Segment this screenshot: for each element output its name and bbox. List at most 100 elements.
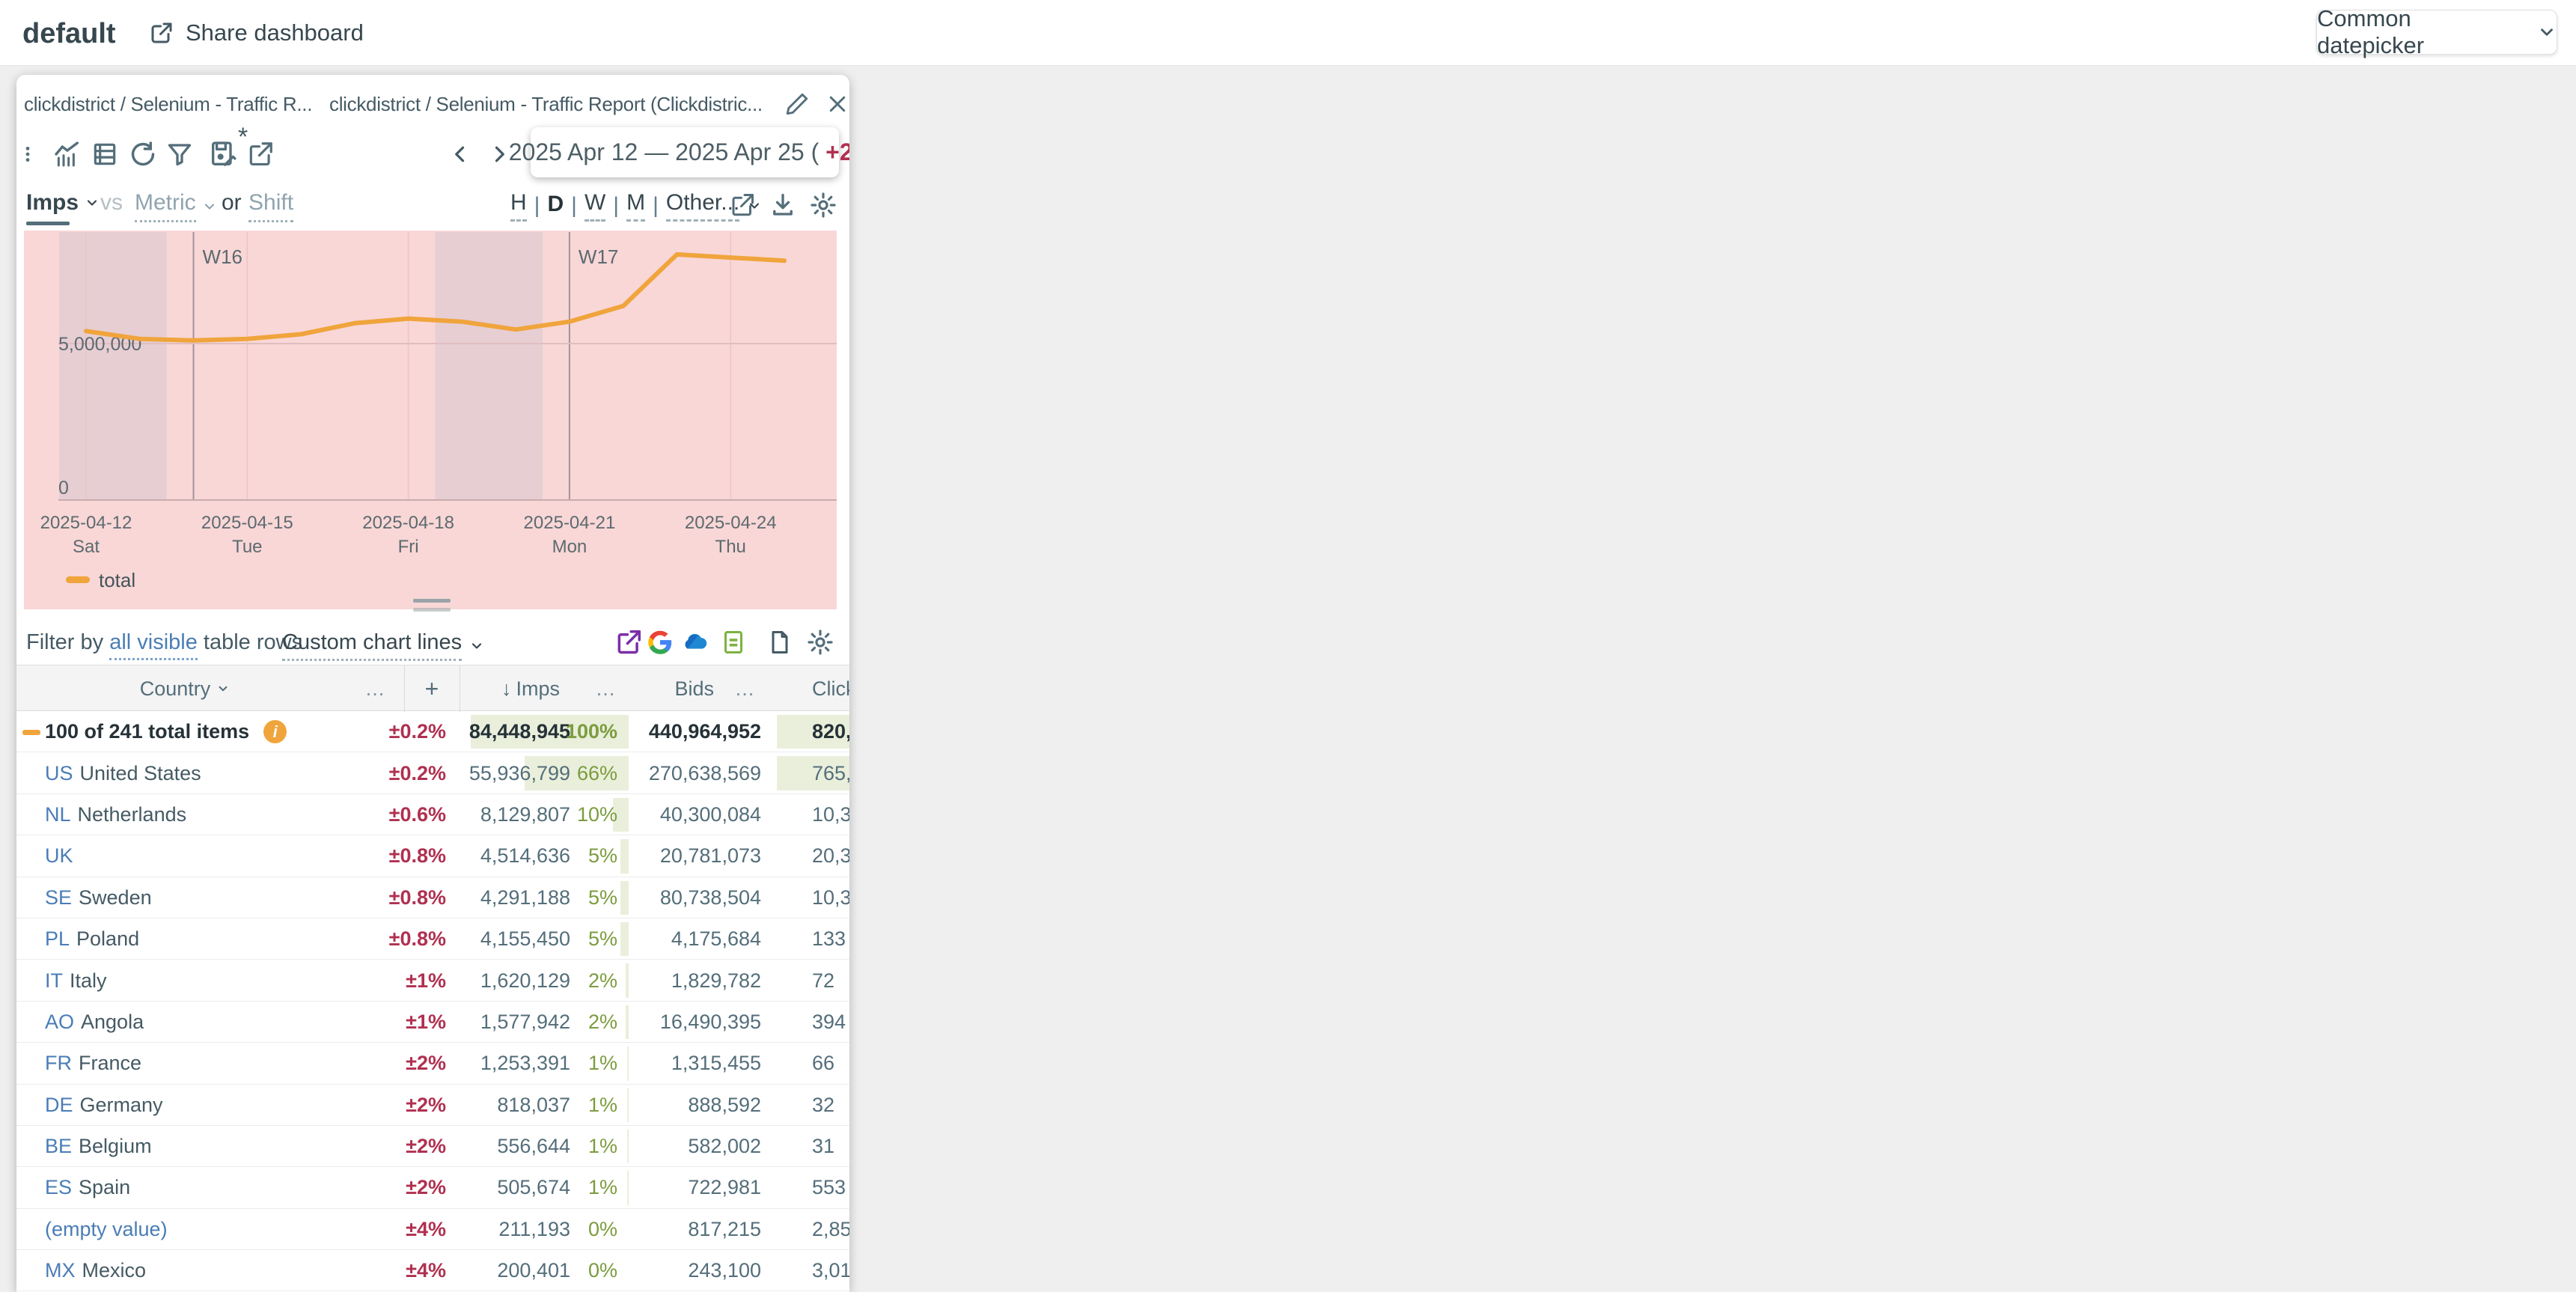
export-open-icon[interactable] [612,626,645,659]
chart-view-icon[interactable] [51,138,84,171]
svg-text:W16: W16 [203,246,242,268]
common-datepicker-button[interactable]: Common datepicker [2316,10,2557,55]
sheets-export-icon[interactable] [717,626,750,659]
common-datepicker-label: Common datepicker [2317,5,2522,59]
tab-traffic-report-1[interactable]: clickdistrict / Selenium - Traffic R... [24,93,329,116]
country-code: IT [45,969,63,993]
chart-settings-gear-icon[interactable] [807,189,840,222]
clicks-cell: 394 [812,1002,849,1043]
table-row[interactable]: MXMexico±4%200,4010%243,1003,013 [16,1250,849,1291]
table-body: 100 of 241 total itemsi±0.2%84,448,94510… [16,711,849,1291]
imps-cell: 200,401 [451,1250,570,1291]
bids-column-menu[interactable]: … [732,665,759,712]
primary-metric-dropdown[interactable]: Imps [26,190,100,216]
clicks-cell: 133 [812,918,849,960]
open-in-new-icon[interactable] [244,138,277,171]
column-header-country[interactable]: Country [129,665,241,712]
date-range-button[interactable]: 2025 Apr 12 — 2025 Apr 25 ( +2) [531,127,839,177]
chevron-down-icon [2537,22,2557,42]
refresh-icon[interactable] [126,138,159,171]
column-header-bids[interactable]: Bids [636,665,714,712]
table-row[interactable]: AOAngola±1%1,577,9422%16,490,395394 [16,1002,849,1043]
country-code: MX [45,1259,76,1282]
svg-text:Sat: Sat [73,537,100,557]
traffic-chart[interactable]: W16W1705,000,0002025-04-12Sat2025-04-15T… [24,231,837,609]
table-row[interactable]: UK±0.8%4,514,6365%20,781,07320,316 [16,835,849,877]
imps-cell: 84,448,945 [451,711,570,752]
imps-pct-cell: 5% [574,877,617,918]
granularity-option-w[interactable]: W [585,190,605,222]
column-header-clicks[interactable]: Clicks [812,665,849,712]
top-bar: default Share dashboard Common datepicke… [0,0,2576,66]
download-icon[interactable] [766,189,799,222]
granularity-selector[interactable]: H|D|W|M|Other... [510,190,762,222]
granularity-option-h[interactable]: H [510,190,527,222]
save-report-icon[interactable] [207,138,239,171]
imps-pct-cell: 5% [574,835,617,877]
country-code: SE [45,886,72,909]
table-row[interactable]: PLPoland±0.8%4,155,4505%4,175,684133 [16,918,849,960]
imps-cell: 1,577,942 [451,1002,570,1043]
date-range-extra-days: +2 [825,138,849,166]
widget-tab-bar: clickdistrict / Selenium - Traffic R... … [24,87,849,121]
table-view-icon[interactable] [88,138,121,171]
table-row[interactable]: NLNetherlands±0.6%8,129,80710%40,300,084… [16,794,849,835]
imps-pct-cell: 1% [574,1043,617,1084]
chart-resize-handle[interactable] [413,599,451,603]
country-code: AO [45,1011,74,1034]
imps-pct-cell: 1% [574,1167,617,1208]
tab-traffic-report-2[interactable]: clickdistrict / Selenium - Traffic Repor… [329,93,778,116]
edit-title-icon[interactable] [784,91,810,117]
table-row[interactable]: SESweden±0.8%4,291,1885%80,738,50410,354 [16,877,849,918]
add-column-button[interactable]: + [404,665,460,712]
imps-cell: 556,644 [451,1126,570,1167]
table-row[interactable]: (empty value)±4%211,1930%817,2152,853 [16,1209,849,1250]
column-header-imps[interactable]: ↓ Imps [466,665,560,712]
table-row[interactable]: DEGermany±2%818,0371%888,59232 [16,1085,849,1126]
plus-minus-cell: ±1% [346,1002,446,1043]
country-name: Germany [80,1094,163,1117]
kebab-menu-icon[interactable] [18,138,37,171]
vs-label: vs [100,190,123,216]
table-row[interactable]: ESSpain±2%505,6741%722,981553 [16,1167,849,1208]
date-range-text: 2025 Apr 12 — 2025 Apr 25 ( [509,138,825,166]
svg-text:Fri: Fri [398,537,419,557]
share-dashboard-button[interactable]: Share dashboard [148,16,364,49]
plus-minus-cell: ±1% [346,960,446,1001]
custom-chart-lines-dropdown[interactable]: Custom chart lines [282,630,484,661]
info-icon[interactable]: i [263,720,287,743]
bids-cell: 1,315,455 [638,1043,761,1084]
country-name: (empty value) [45,1218,168,1241]
clicks-cell: 765,349 [812,752,849,793]
bids-cell: 440,964,952 [638,711,761,752]
imps-column-menu[interactable]: … [593,665,620,712]
country-cell: NLNetherlands [45,794,186,835]
chart-resize-handle-2[interactable] [413,608,451,612]
prev-period-icon[interactable] [445,138,477,171]
table-row[interactable]: 100 of 241 total itemsi±0.2%84,448,94510… [16,711,849,752]
document-icon[interactable] [763,626,796,659]
or-label: or [222,190,242,216]
plus-minus-cell: ±0.8% [346,918,446,960]
onedrive-cloud-icon[interactable] [678,626,711,659]
chart-open-in-new-icon[interactable] [726,189,759,222]
svg-text:0: 0 [58,478,69,499]
close-widget-icon[interactable] [826,93,849,115]
plus-minus-cell: ±0.2% [346,711,446,752]
filter-by-text: Filter by all visible table rows [26,630,302,655]
google-icon[interactable] [644,626,677,659]
granularity-option-m[interactable]: M [626,190,645,222]
table-row[interactable]: BEBelgium±2%556,6441%582,00231 [16,1126,849,1167]
table-settings-gear-icon[interactable] [804,626,837,659]
table-row[interactable]: ITItaly±1%1,620,1292%1,829,78272 [16,960,849,1001]
table-row[interactable]: FRFrance±2%1,253,3911%1,315,45566 [16,1043,849,1084]
secondary-metric-dropdown[interactable]: Metric [135,190,217,222]
country-column-menu[interactable]: … [362,665,389,712]
filter-icon[interactable] [163,138,196,171]
granularity-option-d[interactable]: D [547,192,564,221]
clicks-cell: 3,013 [812,1250,849,1291]
imps-share-bar [626,963,629,997]
all-visible-link[interactable]: all visible [109,630,198,660]
table-row[interactable]: USUnited States±0.2%55,936,79966%270,638… [16,752,849,793]
shift-toggle[interactable]: Shift [248,190,293,222]
